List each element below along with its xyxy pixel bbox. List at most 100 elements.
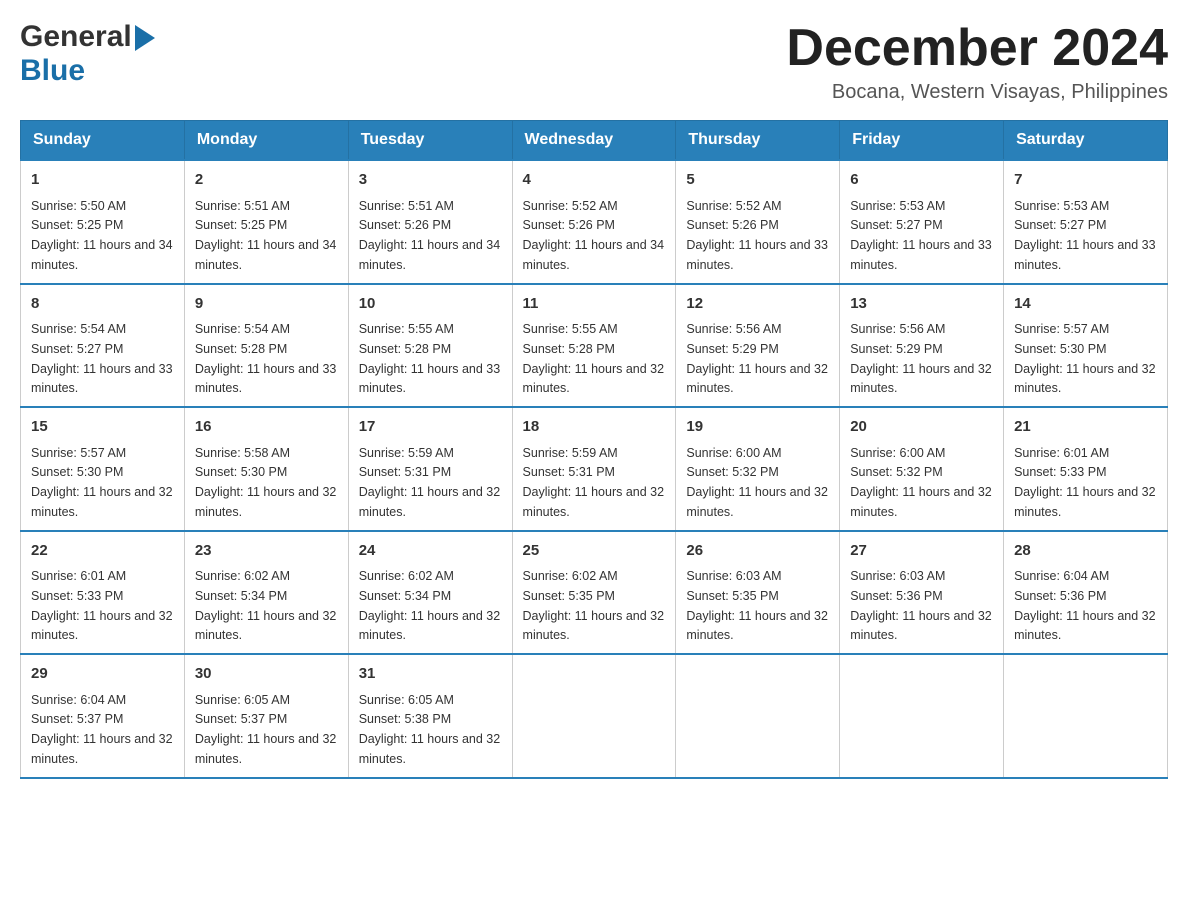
- day-number: 26: [686, 540, 829, 563]
- calendar-cell: 20 Sunrise: 6:00 AMSunset: 5:32 PMDayligh…: [840, 407, 1004, 531]
- day-info: Sunrise: 6:04 AMSunset: 5:36 PMDaylight:…: [1014, 569, 1156, 642]
- day-number: 31: [359, 663, 502, 686]
- calendar-cell: 7 Sunrise: 5:53 AMSunset: 5:27 PMDaylight…: [1004, 160, 1168, 284]
- calendar-cell: 31 Sunrise: 6:05 AMSunset: 5:38 PMDayligh…: [348, 654, 512, 778]
- calendar-cell: 30 Sunrise: 6:05 AMSunset: 5:37 PMDayligh…: [184, 654, 348, 778]
- calendar-cell: 29 Sunrise: 6:04 AMSunset: 5:37 PMDayligh…: [21, 654, 185, 778]
- week-row-1: 1 Sunrise: 5:50 AMSunset: 5:25 PMDaylight…: [21, 160, 1168, 284]
- calendar-cell: 11Sunrise: 5:55 AMSunset: 5:28 PMDayligh…: [512, 284, 676, 408]
- calendar-cell: [676, 654, 840, 778]
- header-friday: Friday: [840, 121, 1004, 161]
- calendar-cell: 4 Sunrise: 5:52 AMSunset: 5:26 PMDaylight…: [512, 160, 676, 284]
- calendar-cell: 8Sunrise: 5:54 AMSunset: 5:27 PMDaylight…: [21, 284, 185, 408]
- calendar-cell: 5 Sunrise: 5:52 AMSunset: 5:26 PMDaylight…: [676, 160, 840, 284]
- calendar-cell: 19 Sunrise: 6:00 AMSunset: 5:32 PMDayligh…: [676, 407, 840, 531]
- day-number: 24: [359, 540, 502, 563]
- calendar-cell: 9 Sunrise: 5:54 AMSunset: 5:28 PMDaylight…: [184, 284, 348, 408]
- calendar-cell: 14 Sunrise: 5:57 AMSunset: 5:30 PMDayligh…: [1004, 284, 1168, 408]
- header-thursday: Thursday: [676, 121, 840, 161]
- day-info: Sunrise: 5:56 AMSunset: 5:29 PMDaylight:…: [850, 322, 992, 395]
- day-number: 9: [195, 293, 338, 316]
- header-saturday: Saturday: [1004, 121, 1168, 161]
- calendar-cell: 25Sunrise: 6:02 AMSunset: 5:35 PMDayligh…: [512, 531, 676, 655]
- calendar-cell: 27 Sunrise: 6:03 AMSunset: 5:36 PMDayligh…: [840, 531, 1004, 655]
- day-number: 14: [1014, 293, 1157, 316]
- day-info: Sunrise: 5:53 AMSunset: 5:27 PMDaylight:…: [850, 199, 992, 272]
- day-info: Sunrise: 6:00 AMSunset: 5:32 PMDaylight:…: [686, 446, 828, 519]
- day-info: Sunrise: 5:57 AMSunset: 5:30 PMDaylight:…: [31, 446, 173, 519]
- day-number: 19: [686, 416, 829, 439]
- calendar-cell: 16 Sunrise: 5:58 AMSunset: 5:30 PMDayligh…: [184, 407, 348, 531]
- calendar-cell: [840, 654, 1004, 778]
- day-info: Sunrise: 5:58 AMSunset: 5:30 PMDaylight:…: [195, 446, 337, 519]
- calendar-cell: [512, 654, 676, 778]
- week-row-4: 22 Sunrise: 6:01 AMSunset: 5:33 PMDayligh…: [21, 531, 1168, 655]
- day-info: Sunrise: 5:55 AMSunset: 5:28 PMDaylight:…: [523, 322, 665, 395]
- calendar-cell: 3 Sunrise: 5:51 AMSunset: 5:26 PMDaylight…: [348, 160, 512, 284]
- calendar-cell: 10Sunrise: 5:55 AMSunset: 5:28 PMDayligh…: [348, 284, 512, 408]
- calendar-cell: 22 Sunrise: 6:01 AMSunset: 5:33 PMDayligh…: [21, 531, 185, 655]
- day-number: 21: [1014, 416, 1157, 439]
- day-info: Sunrise: 5:52 AMSunset: 5:26 PMDaylight:…: [523, 199, 665, 272]
- day-info: Sunrise: 5:59 AMSunset: 5:31 PMDaylight:…: [523, 446, 665, 519]
- day-number: 16: [195, 416, 338, 439]
- day-number: 28: [1014, 540, 1157, 563]
- day-number: 4: [523, 169, 666, 192]
- day-info: Sunrise: 5:51 AMSunset: 5:26 PMDaylight:…: [359, 199, 501, 272]
- logo: General Blue: [20, 20, 155, 88]
- day-info: Sunrise: 6:02 AMSunset: 5:35 PMDaylight:…: [523, 569, 665, 642]
- calendar-cell: 13 Sunrise: 5:56 AMSunset: 5:29 PMDayligh…: [840, 284, 1004, 408]
- day-number: 6: [850, 169, 993, 192]
- logo-general-text: General: [20, 20, 132, 54]
- week-row-3: 15Sunrise: 5:57 AMSunset: 5:30 PMDayligh…: [21, 407, 1168, 531]
- day-info: Sunrise: 5:59 AMSunset: 5:31 PMDaylight:…: [359, 446, 501, 519]
- day-info: Sunrise: 5:57 AMSunset: 5:30 PMDaylight:…: [1014, 322, 1156, 395]
- calendar-cell: 1 Sunrise: 5:50 AMSunset: 5:25 PMDaylight…: [21, 160, 185, 284]
- day-info: Sunrise: 5:54 AMSunset: 5:27 PMDaylight:…: [31, 322, 173, 395]
- day-info: Sunrise: 5:52 AMSunset: 5:26 PMDaylight:…: [686, 199, 828, 272]
- logo-triangle-icon: [135, 25, 155, 51]
- header-row: SundayMondayTuesdayWednesdayThursdayFrid…: [21, 121, 1168, 161]
- day-info: Sunrise: 6:01 AMSunset: 5:33 PMDaylight:…: [1014, 446, 1156, 519]
- day-number: 29: [31, 663, 174, 686]
- day-number: 20: [850, 416, 993, 439]
- day-number: 18: [523, 416, 666, 439]
- day-info: Sunrise: 6:05 AMSunset: 5:38 PMDaylight:…: [359, 693, 501, 766]
- day-number: 13: [850, 293, 993, 316]
- day-number: 1: [31, 169, 174, 192]
- day-number: 23: [195, 540, 338, 563]
- calendar-cell: 28 Sunrise: 6:04 AMSunset: 5:36 PMDayligh…: [1004, 531, 1168, 655]
- day-number: 30: [195, 663, 338, 686]
- calendar-cell: 24 Sunrise: 6:02 AMSunset: 5:34 PMDayligh…: [348, 531, 512, 655]
- calendar-cell: 21 Sunrise: 6:01 AMSunset: 5:33 PMDayligh…: [1004, 407, 1168, 531]
- title-section: December 2024 Bocana, Western Visayas, P…: [786, 20, 1168, 104]
- location-title: Bocana, Western Visayas, Philippines: [786, 81, 1168, 104]
- day-number: 3: [359, 169, 502, 192]
- day-number: 2: [195, 169, 338, 192]
- day-number: 7: [1014, 169, 1157, 192]
- page-header: General Blue December 2024 Bocana, Weste…: [20, 20, 1168, 104]
- day-number: 22: [31, 540, 174, 563]
- calendar-cell: 23Sunrise: 6:02 AMSunset: 5:34 PMDayligh…: [184, 531, 348, 655]
- day-info: Sunrise: 5:50 AMSunset: 5:25 PMDaylight:…: [31, 199, 173, 272]
- day-info: Sunrise: 6:03 AMSunset: 5:36 PMDaylight:…: [850, 569, 992, 642]
- header-wednesday: Wednesday: [512, 121, 676, 161]
- header-sunday: Sunday: [21, 121, 185, 161]
- day-number: 27: [850, 540, 993, 563]
- week-row-5: 29 Sunrise: 6:04 AMSunset: 5:37 PMDayligh…: [21, 654, 1168, 778]
- day-info: Sunrise: 5:53 AMSunset: 5:27 PMDaylight:…: [1014, 199, 1156, 272]
- day-number: 5: [686, 169, 829, 192]
- day-info: Sunrise: 5:54 AMSunset: 5:28 PMDaylight:…: [195, 322, 337, 395]
- calendar-cell: 15Sunrise: 5:57 AMSunset: 5:30 PMDayligh…: [21, 407, 185, 531]
- calendar-cell: 26 Sunrise: 6:03 AMSunset: 5:35 PMDayligh…: [676, 531, 840, 655]
- day-info: Sunrise: 6:03 AMSunset: 5:35 PMDaylight:…: [686, 569, 828, 642]
- day-info: Sunrise: 6:01 AMSunset: 5:33 PMDaylight:…: [31, 569, 173, 642]
- calendar-cell: [1004, 654, 1168, 778]
- header-tuesday: Tuesday: [348, 121, 512, 161]
- day-info: Sunrise: 6:02 AMSunset: 5:34 PMDaylight:…: [359, 569, 501, 642]
- header-monday: Monday: [184, 121, 348, 161]
- week-row-2: 8Sunrise: 5:54 AMSunset: 5:27 PMDaylight…: [21, 284, 1168, 408]
- day-info: Sunrise: 6:05 AMSunset: 5:37 PMDaylight:…: [195, 693, 337, 766]
- day-info: Sunrise: 6:04 AMSunset: 5:37 PMDaylight:…: [31, 693, 173, 766]
- day-info: Sunrise: 6:00 AMSunset: 5:32 PMDaylight:…: [850, 446, 992, 519]
